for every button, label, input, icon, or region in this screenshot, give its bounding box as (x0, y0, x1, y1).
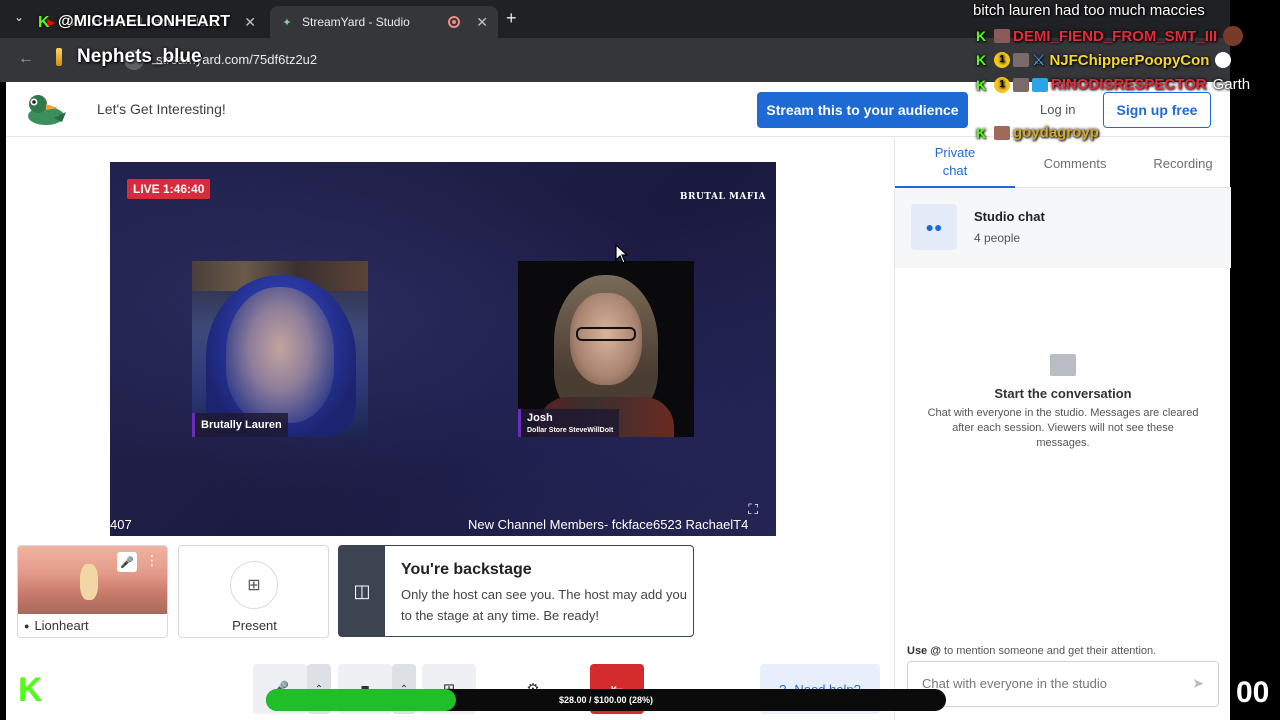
fullscreen-icon[interactable]: ⛶ (748, 501, 758, 518)
new-tab-plus-icon[interactable]: + (506, 8, 517, 29)
person-icon: ● (24, 620, 30, 631)
subscriber-badge-icon (1013, 77, 1029, 92)
chat-username: DEMI_FIEND_FROM_SMT_III (1013, 27, 1218, 45)
self-name: Lionheart (34, 618, 89, 633)
chat-side-panel: Private chat Comments Recording ●● Studi… (894, 138, 1231, 720)
backstage-body: Only the host can see you. The host may … (401, 587, 687, 623)
kick-badge-icon: K (976, 76, 987, 93)
browser-tab-active[interactable]: ✦ StreamYard - Studio ✕ (270, 6, 498, 38)
participant-video-josh[interactable]: Josh Dollar Store SteveWillDoIt (518, 261, 694, 437)
mention-hint-text: to mention someone and get their attenti… (940, 645, 1157, 657)
chat-message: K goydagroyp (976, 124, 1099, 141)
present-tile[interactable]: ⊞ Present (178, 545, 329, 638)
studio-chat-header[interactable]: ●● Studio chat 4 people (895, 188, 1231, 268)
chat-username: RINODISRESPECTOR (1051, 76, 1207, 93)
participant-name: Josh (527, 412, 553, 424)
sword-badge-icon: ⚔ (1032, 52, 1046, 69)
participant-subtitle: Dollar Store SteveWillDoIt (527, 427, 614, 434)
backstage-notice: ◫ You're backstage Only the host can see… (338, 545, 694, 637)
chat-input-placeholder: Chat with everyone in the studio (922, 676, 1107, 691)
stream-to-audience-button[interactable]: Stream this to your audience (757, 92, 968, 128)
kick-badge-icon: K (976, 52, 987, 68)
chat-bubble-icon (1050, 354, 1076, 376)
chat-message-top: bitch lauren had too much maccies (973, 2, 1205, 19)
gift-badge-icon: 1 (994, 52, 1010, 68)
people-icon: ●● (911, 204, 957, 250)
participant-name-tag: Brutally Lauren (192, 413, 288, 437)
chat-emote-icon (1223, 26, 1244, 46)
chat-input[interactable]: Chat with everyone in the studio ➤ (907, 661, 1219, 707)
streamyard-app: Let's Get Interesting! Stream this to yo… (6, 82, 1231, 720)
microphone-icon[interactable]: 🎤 (117, 552, 137, 572)
send-icon[interactable]: ➤ (1192, 675, 1204, 692)
backstage-title: You're backstage (401, 561, 532, 578)
studio-chat-title: Studio chat (974, 209, 1045, 224)
kick-logo-icon: K (18, 671, 43, 709)
ticker-count: 407 (110, 517, 132, 532)
empty-chat-body: Chat with everyone in the studio. Messag… (927, 407, 1199, 449)
overlay-display-name: Nephets_blue (77, 46, 202, 67)
recording-indicator-icon (448, 16, 461, 28)
live-timer-badge: LIVE 1:46:40 (127, 179, 211, 199)
chat-message: K 1 RINODISRESPECTOR Garth (976, 76, 1250, 93)
candle-icon (56, 48, 62, 66)
chat-username: goydagroyp (1013, 124, 1099, 141)
mention-hint: Use @ to mention someone and get their a… (907, 645, 1156, 657)
chat-username: NJFChipperPoopyCon (1049, 51, 1210, 69)
back-arrow-icon[interactable]: ← (18, 50, 34, 68)
door-icon: ◫ (339, 546, 385, 636)
subscriber-badge-icon (994, 125, 1010, 140)
self-name-label: ● Lionheart (24, 618, 89, 633)
mention-prefix: Use @ (907, 645, 941, 657)
mouse-cursor-icon (615, 244, 629, 264)
gift-badge-icon: 1 (994, 76, 1010, 93)
corner-counter: 00 (1236, 676, 1270, 709)
streamyard-duck-logo (28, 95, 66, 125)
stream-chat-overlay: bitch lauren had too much maccies K DEMI… (968, 0, 1280, 150)
tab-close-icon[interactable]: ✕ (476, 14, 488, 31)
chat-message-text: Garth (1212, 76, 1251, 93)
donation-goal-bar: $28.00 / $100.00 (28%) (266, 689, 946, 711)
ticker-text: New Channel Members- fckface6523 Rachael… (468, 517, 749, 532)
participant-video-lauren[interactable]: Brutally Lauren (192, 261, 368, 437)
studio-main-area: LIVE 1:46:40 BRUTAL MAFIA Brutally Laure… (6, 138, 894, 720)
tab-close-icon[interactable]: ✕ (244, 14, 256, 31)
stage-preview: LIVE 1:46:40 BRUTAL MAFIA Brutally Laure… (110, 162, 776, 536)
self-camera-tile[interactable]: 🎤 ⋮ ● Lionheart (17, 545, 168, 638)
empty-chat-title: Start the conversation (994, 386, 1132, 401)
participant-name: Brutally Lauren (201, 419, 282, 431)
subscriber-badge-icon (994, 29, 1010, 43)
subscriber-badge-icon (1013, 53, 1029, 67)
kick-badge-icon: K (976, 28, 987, 44)
donation-goal-text: $28.00 / $100.00 (28%) (558, 695, 654, 705)
participant-face (226, 287, 334, 423)
present-screen-icon: ⊞ (230, 561, 278, 609)
chat-message: K DEMI_FIEND_FROM_SMT_III (976, 26, 1244, 46)
cube-badge-icon (1032, 77, 1048, 92)
participant-name-tag: Josh Dollar Store SteveWillDoIt (518, 409, 620, 437)
header-tagline: Let's Get Interesting! (97, 101, 226, 117)
brand-logo-text: BRUTAL MAFIA (679, 192, 766, 202)
studio-chat-people-count: 4 people (974, 231, 1021, 245)
tab-title: StreamYard - Studio (302, 15, 410, 29)
more-options-icon[interactable]: ⋮ (145, 552, 159, 572)
chat-message-text: bitch lauren had too much maccies (973, 2, 1205, 19)
chat-message: K 1 ⚔ NJFChipperPoopyCon (976, 51, 1232, 69)
streamyard-favicon-icon: ✦ (282, 16, 292, 29)
chat-emote-icon (1215, 52, 1232, 68)
present-label: Present (232, 618, 277, 633)
overlay-handle: @MICHAELIONHEART (58, 13, 231, 30)
tab-list-chevron-icon[interactable]: ⌄ (14, 10, 24, 24)
kick-badge-icon: K (38, 14, 50, 31)
glasses-shape (576, 327, 636, 341)
kick-badge-icon: K (976, 124, 987, 141)
